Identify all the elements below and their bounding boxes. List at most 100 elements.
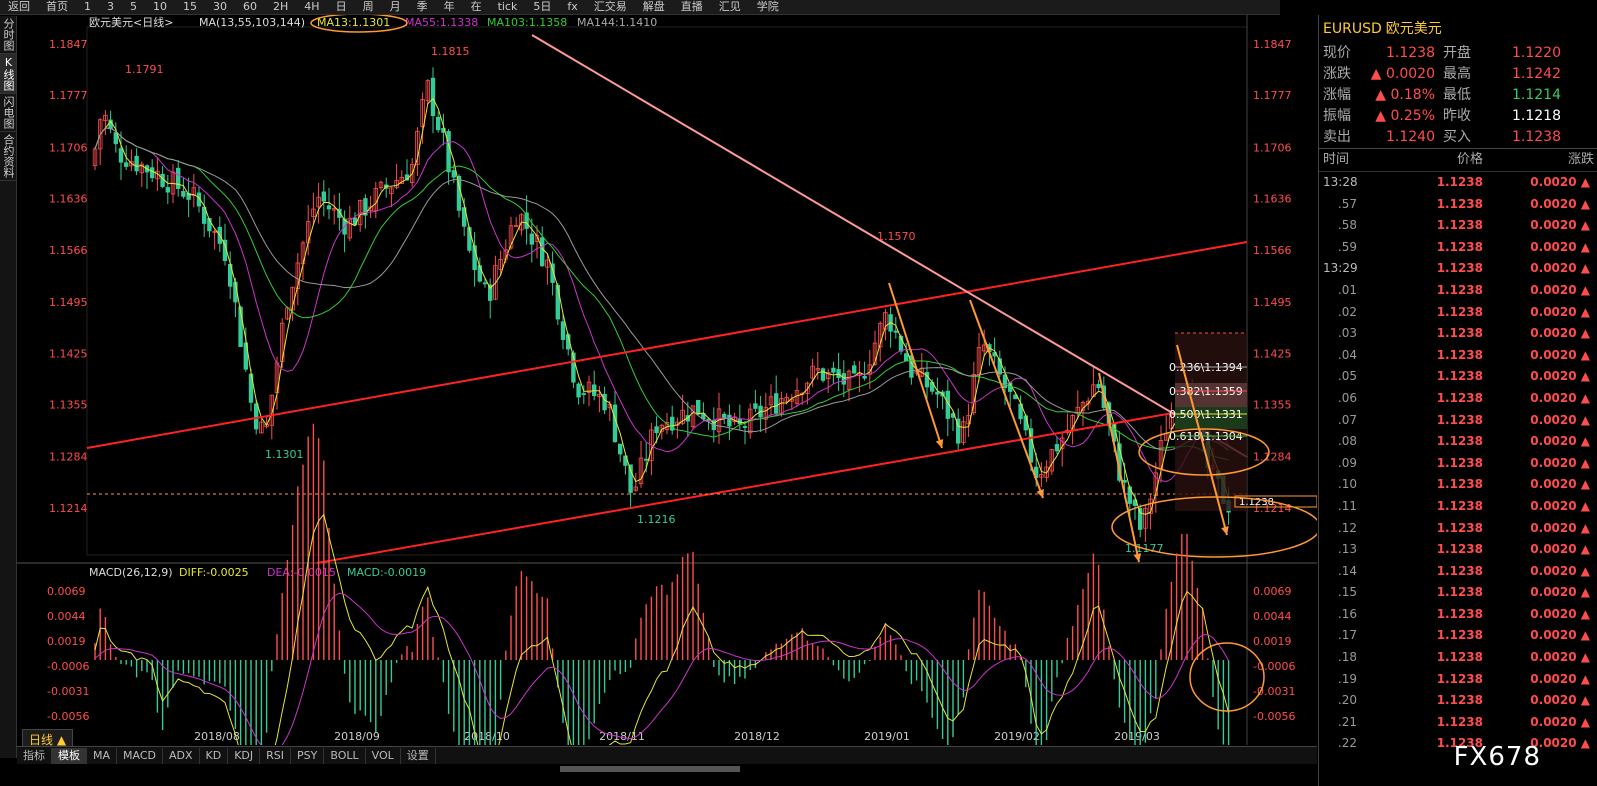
indicator-tab[interactable]: MA	[87, 747, 118, 764]
candle-body	[904, 353, 909, 362]
tick-change-value: 0.0020	[1530, 261, 1577, 276]
macd-tick-right: -0.0006	[1253, 660, 1295, 673]
indicator-tab[interactable]: KD	[200, 747, 229, 764]
up-arrow-icon: ▲	[1576, 455, 1590, 470]
toolbar-item[interactable]: 30	[205, 0, 235, 14]
ma144-line	[94, 127, 1229, 451]
quote-number: 1.1238	[1386, 45, 1435, 61]
toolbar-item[interactable]: 2H	[265, 0, 296, 14]
indicator-tab[interactable]: MACD	[117, 747, 163, 764]
tick-change: 0.0020 ▲	[1483, 582, 1594, 604]
view-tab[interactable]: 合约资料	[0, 132, 16, 181]
toolbar-item[interactable]: 月	[382, 0, 409, 14]
toolbar-item[interactable]: 在	[463, 0, 490, 14]
tick-price: 1.1238	[1436, 650, 1483, 665]
tick-change-value: 0.0020	[1530, 175, 1577, 189]
tick-price: 1.1238	[1436, 175, 1483, 189]
candle-body	[529, 233, 534, 245]
toolbar-item[interactable]: 60	[235, 0, 265, 14]
indicator-tab[interactable]: KDJ	[228, 747, 261, 764]
tick-time: .58	[1337, 218, 1357, 233]
ticks-list[interactable]: 13:28 1.1238 0.0020 ▲ .57 1.1238 0.0020 ▲ .58 1…	[1319, 172, 1597, 755]
quote-number: 0.0020	[1386, 66, 1435, 82]
candle-body	[555, 284, 560, 320]
quote-cell: 卖出	[1323, 129, 1351, 145]
toolbar-item[interactable]: tick	[490, 0, 526, 14]
tick-price: 1.1238	[1436, 520, 1483, 535]
view-tab[interactable]: 闪电图	[0, 94, 16, 132]
indicator-tab[interactable]: 设置	[401, 747, 436, 764]
candle-body	[1122, 479, 1127, 483]
toolbar-item[interactable]: 年	[436, 0, 463, 14]
chart-scrollbar[interactable]	[560, 766, 740, 772]
quote-value: 1.1240	[1361, 127, 1443, 148]
tick-change-value: 0.0020	[1530, 671, 1577, 686]
candle-body	[451, 170, 456, 178]
indicator-tab[interactable]: BOLL	[324, 747, 366, 764]
macd-value: MACD:-0.0019	[347, 566, 426, 579]
toolbar-item[interactable]: fx	[559, 0, 585, 14]
view-tab[interactable]: K线图	[0, 54, 16, 94]
indicator-tabs: 指标 模板 MA MACD ADX KD KDJ RSI PSY BOLL VOL 设置	[17, 746, 1317, 764]
tick-change: 0.0020 ▲	[1483, 518, 1594, 540]
quote-cell: 1.1220	[1512, 45, 1561, 61]
indicator-tab[interactable]: ADX	[163, 747, 200, 764]
toolbar-item[interactable]: 5日	[525, 0, 559, 14]
toolbar-item[interactable]: 季	[409, 0, 436, 14]
toolbar-item[interactable]: 周	[355, 0, 382, 14]
tick-row: .06 1.1238 0.0020 ▲	[1319, 388, 1597, 410]
tick-change-value: 0.0020	[1530, 477, 1577, 492]
price-tick-left: 1.1284	[49, 451, 88, 464]
toolbar-item[interactable]: 日	[328, 0, 355, 14]
toolbar-item[interactable]: 汇交易	[586, 0, 635, 14]
toolbar-item[interactable]: 4H	[296, 0, 327, 14]
price-tick-left: 1.1847	[49, 38, 88, 51]
toolbar-item[interactable]: 解盘	[635, 0, 673, 14]
tick-time: .22	[1337, 736, 1357, 751]
indicator-tab[interactable]: PSY	[291, 747, 325, 764]
toolbar-item[interactable]: 汇见	[711, 0, 749, 14]
indicator-tab[interactable]: 模板	[52, 747, 87, 764]
price-tick-right: 1.1425	[1253, 347, 1292, 360]
price-tick-left: 1.1777	[49, 89, 88, 102]
tick-time: .21	[1337, 714, 1357, 729]
indicator-tab[interactable]: VOL	[366, 747, 401, 764]
toolbar-item[interactable]: 返回	[0, 0, 38, 14]
toolbar-item[interactable]: 5	[122, 0, 145, 14]
kline-chart[interactable]: 欧元美元<日线> MA(13,55,103,144) MA13:1.1301 MA55…	[17, 15, 1317, 745]
up-arrow-icon: ▲	[1576, 347, 1590, 362]
downtrend-line	[531, 34, 1248, 458]
toolbar-item[interactable]: 首页	[38, 0, 76, 14]
tick-change-value: 0.0020	[1530, 347, 1577, 362]
up-arrow-icon: ▲	[1576, 542, 1590, 557]
toolbar-item[interactable]: 学院	[749, 0, 787, 14]
tick-row: .03 1.1238 0.0020 ▲	[1319, 323, 1597, 345]
up-arrow-icon: ▲	[1370, 66, 1386, 82]
price-tick-left: 1.1495	[49, 296, 88, 309]
candle-body	[753, 403, 758, 409]
tick-price: 1.1238	[1436, 693, 1483, 708]
tick-change-value: 0.0020	[1530, 304, 1577, 319]
tick-change: 0.0020 ▲	[1483, 604, 1594, 626]
tick-row: .19 1.1238 0.0020 ▲	[1319, 669, 1597, 691]
toolbar-item[interactable]: 15	[175, 0, 205, 14]
up-arrow-icon: ▲	[1576, 585, 1590, 600]
tick-row: .09 1.1238 0.0020 ▲	[1319, 453, 1597, 475]
up-arrow-icon: ▲	[1576, 390, 1590, 405]
indicator-tab[interactable]: 指标	[17, 747, 52, 764]
toolbar-item[interactable]: 1	[76, 0, 99, 14]
indicator-tab[interactable]: RSI	[260, 747, 292, 764]
ticks-col-header: 时间	[1323, 152, 1350, 167]
toolbar-item[interactable]: 10	[145, 0, 175, 14]
tick-price: 1.1238	[1436, 239, 1483, 254]
ma-label: MA(13,55,103,144)	[199, 16, 305, 29]
tick-row: .12 1.1238 0.0020 ▲	[1319, 518, 1597, 540]
toolbar-item[interactable]: 直播	[673, 0, 711, 14]
macd-dea: DEA:-0.0015	[267, 566, 336, 579]
price-tick-right: 1.1706	[1253, 141, 1292, 154]
candle-body	[482, 282, 488, 285]
toolbar-item[interactable]: 3	[99, 0, 122, 14]
price-tick-right: 1.1777	[1253, 89, 1292, 102]
view-tab[interactable]: 分时图	[0, 16, 16, 54]
candle-body	[581, 393, 586, 395]
